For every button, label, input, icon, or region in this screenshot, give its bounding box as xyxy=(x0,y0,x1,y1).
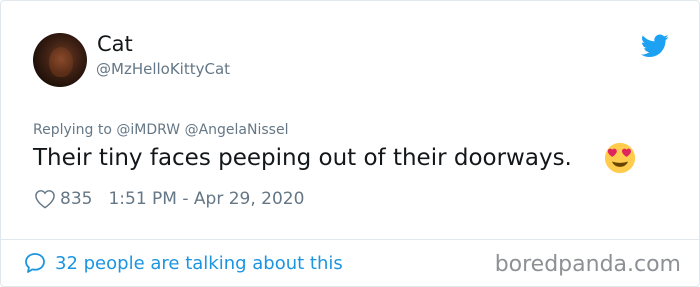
avatar-face xyxy=(49,47,73,77)
tweet-card: Cat @MzHelloKittyCat Replying to @iMDRW … xyxy=(0,0,700,287)
replying-to-line[interactable]: Replying to @iMDRW @AngelaNissel xyxy=(33,122,288,138)
watermark: boredpanda.com xyxy=(494,252,681,277)
talking-about-label: 32 people are talking about this xyxy=(55,252,343,274)
talking-about-link[interactable]: 32 people are talking about this xyxy=(23,251,343,275)
tweet-text: Their tiny faces peeping out of their do… xyxy=(33,145,572,171)
tweet-timestamp[interactable]: 1:51 PM - Apr 29, 2020 xyxy=(108,189,304,209)
like-count: 835 xyxy=(60,189,93,209)
heart-eyes-emoji-icon xyxy=(604,142,636,174)
tweet-meta: 835 1:51 PM - Apr 29, 2020 xyxy=(34,189,304,209)
divider xyxy=(1,239,699,240)
author-display-name[interactable]: Cat xyxy=(97,32,133,56)
twitter-bird-icon[interactable] xyxy=(641,34,669,58)
avatar[interactable] xyxy=(33,33,87,87)
heart-icon[interactable] xyxy=(34,189,56,209)
speech-bubble-icon xyxy=(25,253,45,273)
author-handle[interactable]: @MzHelloKittyCat xyxy=(96,60,230,78)
